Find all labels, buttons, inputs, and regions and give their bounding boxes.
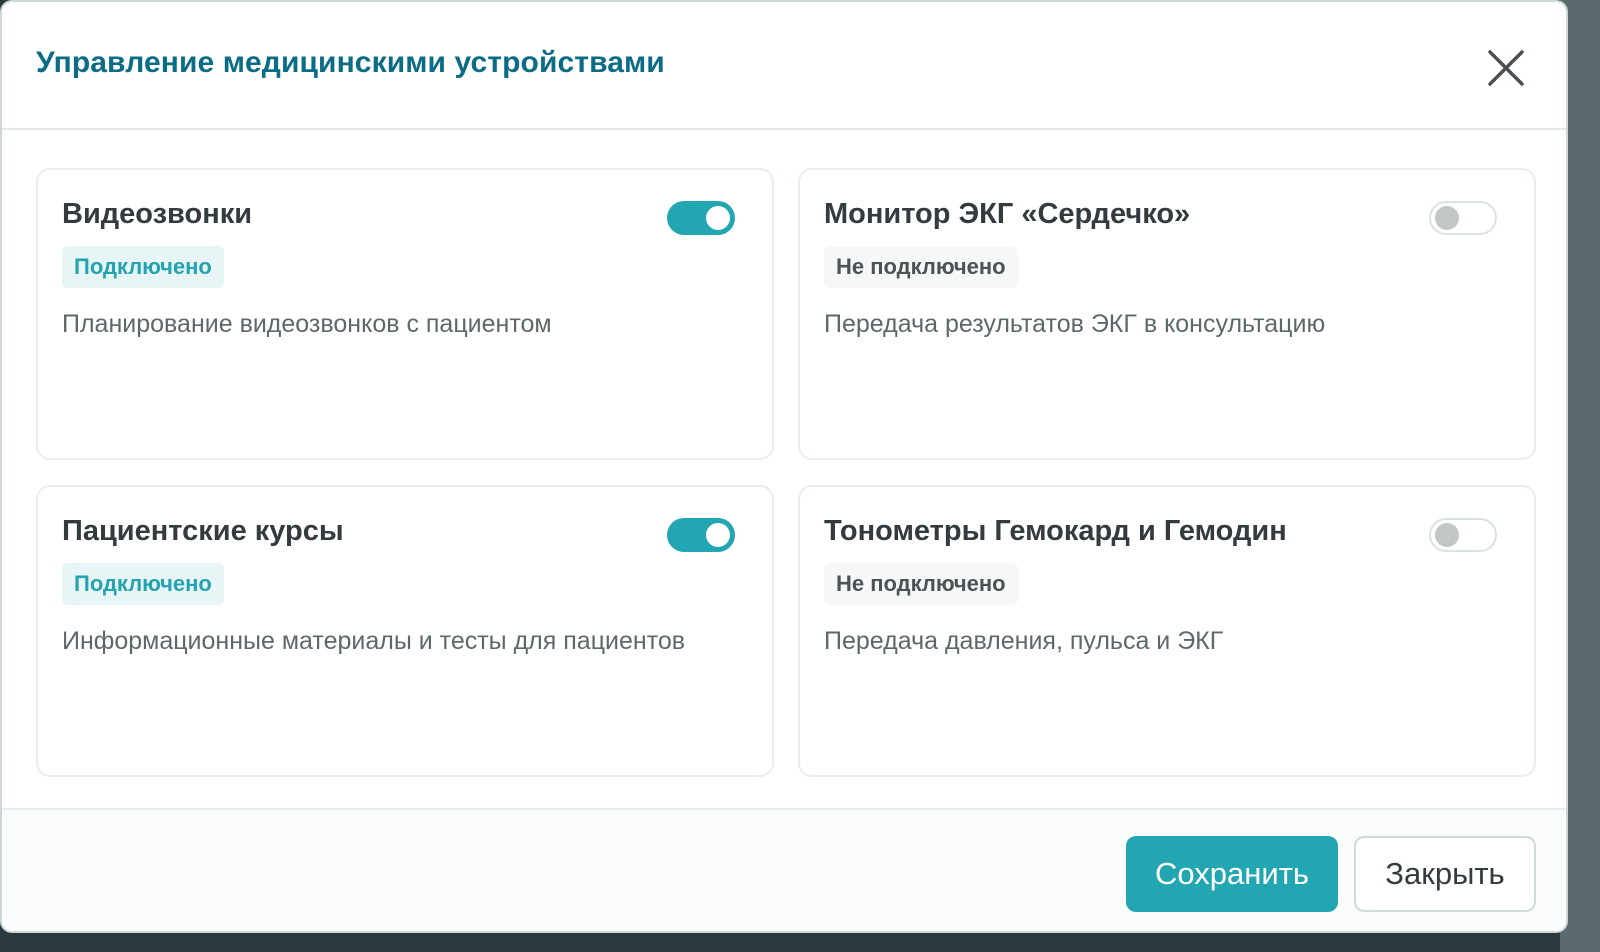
device-title: Пациентские курсы	[62, 515, 344, 547]
close-icon[interactable]	[1484, 46, 1528, 90]
device-toggle[interactable]	[1429, 518, 1497, 552]
device-description: Передача результатов ЭКГ в консультацию	[824, 310, 1326, 338]
device-card-patient-courses: Пациентские курсы Подключено Информацион…	[36, 485, 774, 777]
close-button[interactable]: Закрыть	[1354, 836, 1536, 912]
status-badge: Не подключено	[824, 563, 1018, 605]
dialog-title: Управление медицинскими устройствами	[36, 46, 665, 79]
device-title: Монитор ЭКГ «Сердечко»	[824, 198, 1191, 230]
toggle-knob	[706, 206, 730, 230]
dialog-header: Управление медицинскими устройствами	[2, 2, 1566, 130]
toggle-knob	[706, 523, 730, 547]
save-button[interactable]: Сохранить	[1126, 836, 1338, 912]
status-badge: Подключено	[62, 246, 224, 288]
device-management-dialog: Управление медицинскими устройствами Вид…	[0, 0, 1568, 933]
device-title: Тонометры Гемокард и Гемодин	[824, 515, 1287, 547]
status-badge: Не подключено	[824, 246, 1018, 288]
device-card-tonometers: Тонометры Гемокард и Гемодин Не подключе…	[798, 485, 1536, 777]
device-description: Информационные материалы и тесты для пац…	[62, 627, 686, 655]
device-toggle[interactable]	[1429, 201, 1497, 235]
toggle-knob	[1435, 523, 1459, 547]
device-description: Передача давления, пульса и ЭКГ	[824, 627, 1224, 655]
device-card-videocalls: Видеозвонки Подключено Планирование виде…	[36, 168, 774, 460]
device-card-ecg-monitor: Монитор ЭКГ «Сердечко» Не подключено Пер…	[798, 168, 1536, 460]
dialog-footer: Сохранить Закрыть	[2, 808, 1566, 931]
device-toggle[interactable]	[667, 201, 735, 235]
toggle-knob	[1435, 206, 1459, 230]
device-title: Видеозвонки	[62, 198, 253, 230]
status-badge: Подключено	[62, 563, 224, 605]
device-grid: Видеозвонки Подключено Планирование виде…	[36, 168, 1536, 778]
device-description: Планирование видеозвонков с пациентом	[62, 310, 552, 338]
device-toggle[interactable]	[667, 518, 735, 552]
